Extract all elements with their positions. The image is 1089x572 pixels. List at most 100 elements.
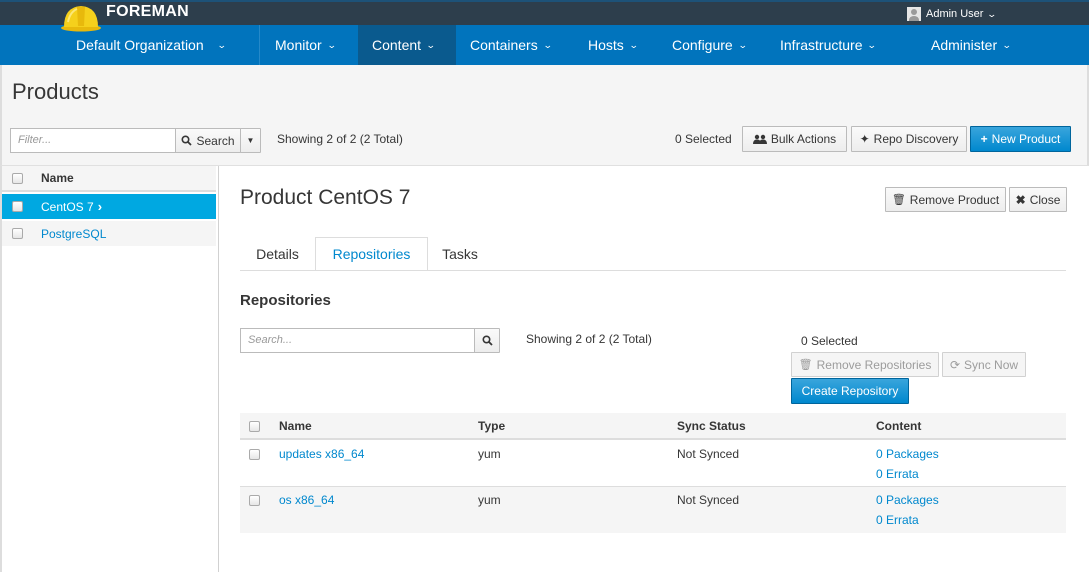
chevron-down-icon: ⌄ (867, 39, 878, 50)
repository-name-link[interactable]: os x86_64 (279, 493, 334, 507)
column-header-name[interactable]: Name (279, 419, 312, 433)
products-count: Showing 2 of 2 (2 Total) (277, 132, 403, 146)
tab-repositories[interactable]: Repositories (315, 237, 428, 271)
product-list-header: Name (2, 166, 216, 192)
tab-tasks[interactable]: Tasks (428, 237, 492, 271)
nav-item-label: Monitor (275, 37, 322, 53)
search-icon (181, 135, 193, 146)
bulk-actions-button[interactable]: Bulk Actions (742, 126, 847, 152)
repository-sync-status: Not Synced (677, 493, 740, 507)
name-column-header[interactable]: Name (41, 171, 74, 185)
user-avatar-icon (907, 7, 921, 21)
tab-divider (240, 270, 1066, 271)
chevron-right-icon: › (97, 199, 103, 214)
close-icon: ✖ (1015, 192, 1026, 207)
row-checkbox[interactable] (12, 228, 23, 239)
close-button[interactable]: ✖ Close (1009, 187, 1067, 212)
chevron-down-icon: ⌄ (1002, 39, 1012, 50)
refresh-icon: ⟳ (949, 357, 961, 372)
create-repository-label: Create Repository (801, 384, 899, 398)
product-row-centos-7[interactable]: CentOS 7 › (2, 194, 216, 219)
repo-discovery-button[interactable]: ✦ Repo Discovery (851, 126, 967, 152)
crosshairs-icon: ✦ (859, 132, 870, 146)
repo-discovery-label: Repo Discovery (873, 132, 959, 146)
trash-icon: 🗑 (891, 194, 906, 206)
remove-repositories-button[interactable]: 🗑 Remove Repositories (791, 352, 939, 377)
repository-type: yum (478, 447, 501, 461)
repositories-count: Showing 2 of 2 (2 Total) (526, 332, 652, 346)
product-list: Name CentOS 7 › PostgreSQL (0, 166, 219, 572)
column-header-content: Content (876, 419, 922, 433)
repository-type: yum (478, 493, 501, 507)
repositories-selected-count: 0 Selected (801, 334, 858, 348)
nav-item-monitor[interactable]: Monitor ⌄ (260, 25, 358, 65)
page-title: Products (12, 79, 99, 104)
new-product-label: New Product (991, 132, 1061, 146)
user-name: Admin User (926, 8, 984, 20)
nav-item-label: Infrastructure (780, 37, 863, 53)
table-row: updates x86_64 yum Not Synced 0 Packages… (240, 441, 1066, 487)
row-checkbox[interactable] (249, 449, 260, 460)
chevron-down-icon: ⌄ (542, 39, 553, 50)
repository-sync-status: Not Synced (677, 447, 740, 461)
row-checkbox[interactable] (249, 495, 260, 506)
nav-item-label: Configure (672, 37, 733, 53)
tab-details[interactable]: Details (240, 237, 315, 271)
user-menu[interactable]: Admin User ⌄ (907, 7, 998, 21)
nav-item-administer[interactable]: Administer ⌄ (911, 25, 1031, 65)
select-all-repositories-checkbox[interactable] (249, 421, 260, 432)
product-title: Product CentOS 7 (240, 186, 411, 209)
product-name-link[interactable]: PostgreSQL (41, 227, 106, 241)
product-row-postgresql[interactable]: PostgreSQL (2, 221, 216, 246)
packages-link[interactable]: 0 Packages (876, 447, 939, 461)
repository-search-button[interactable] (474, 328, 500, 353)
nav-item-label: Containers (470, 37, 538, 53)
chevron-down-icon: ⌄ (986, 8, 998, 19)
brand-name[interactable]: FOREMAN (106, 3, 189, 21)
top-header: FOREMAN Admin User ⌄ (0, 0, 1089, 32)
nav-item-label: Administer (931, 37, 998, 53)
nav-item-configure[interactable]: Configure ⌄ (658, 25, 766, 65)
foreman-hardhat-logo[interactable] (60, 2, 102, 32)
selected-count: 0 Selected (675, 132, 732, 146)
main-navigation: Default Organization ⌄ Monitor ⌄ Content… (0, 25, 1089, 65)
create-repository-button[interactable]: Create Repository (791, 378, 909, 404)
remove-product-button[interactable]: 🗑 Remove Product (885, 187, 1006, 212)
plus-icon: + (980, 132, 988, 146)
organization-menu[interactable]: Default Organization ⌄ (0, 25, 260, 65)
search-button-label: Search (196, 133, 235, 148)
caret-down-icon: ▼ (246, 136, 255, 145)
remove-repositories-label: Remove Repositories (816, 357, 932, 372)
sync-now-button[interactable]: ⟳ Sync Now (942, 352, 1026, 377)
table-row: os x86_64 yum Not Synced 0 Packages 0 Er… (240, 487, 1066, 533)
chevron-down-icon: ⌄ (737, 39, 748, 50)
packages-link[interactable]: 0 Packages (876, 493, 939, 507)
chevron-down-icon: ⌄ (628, 39, 639, 50)
search-icon (481, 335, 493, 346)
repository-search-input[interactable]: Search... (240, 328, 475, 353)
repository-name-link[interactable]: updates x86_64 (279, 447, 364, 461)
search-button[interactable]: Search (175, 128, 241, 153)
errata-link[interactable]: 0 Errata (876, 513, 919, 527)
row-checkbox[interactable] (12, 201, 23, 212)
nav-item-infrastructure[interactable]: Infrastructure ⌄ (766, 25, 911, 65)
nav-item-label: Content (372, 37, 422, 53)
filter-input[interactable]: Filter... (10, 128, 176, 153)
product-name-link[interactable]: CentOS 7 (41, 200, 94, 214)
nav-item-containers[interactable]: Containers ⌄ (456, 25, 574, 65)
column-header-type[interactable]: Type (478, 419, 505, 433)
repositories-heading: Repositories (240, 292, 331, 309)
sync-now-label: Sync Now (964, 357, 1019, 372)
trash-icon: 🗑 (798, 359, 813, 371)
select-all-checkbox[interactable] (12, 172, 23, 184)
errata-link[interactable]: 0 Errata (876, 467, 919, 481)
organization-label: Default Organization (76, 37, 204, 53)
chevron-down-icon: ⌄ (326, 39, 337, 50)
new-product-button[interactable]: + New Product (970, 126, 1071, 152)
nav-item-content[interactable]: Content ⌄ (358, 25, 456, 65)
nav-item-hosts[interactable]: Hosts ⌄ (574, 25, 658, 65)
column-header-sync-status[interactable]: Sync Status (677, 419, 746, 433)
repositories-table-header: Name Type Sync Status Content (240, 413, 1066, 440)
search-options-toggle[interactable]: ▼ (240, 128, 261, 153)
chevron-down-icon: ⌄ (425, 39, 436, 50)
